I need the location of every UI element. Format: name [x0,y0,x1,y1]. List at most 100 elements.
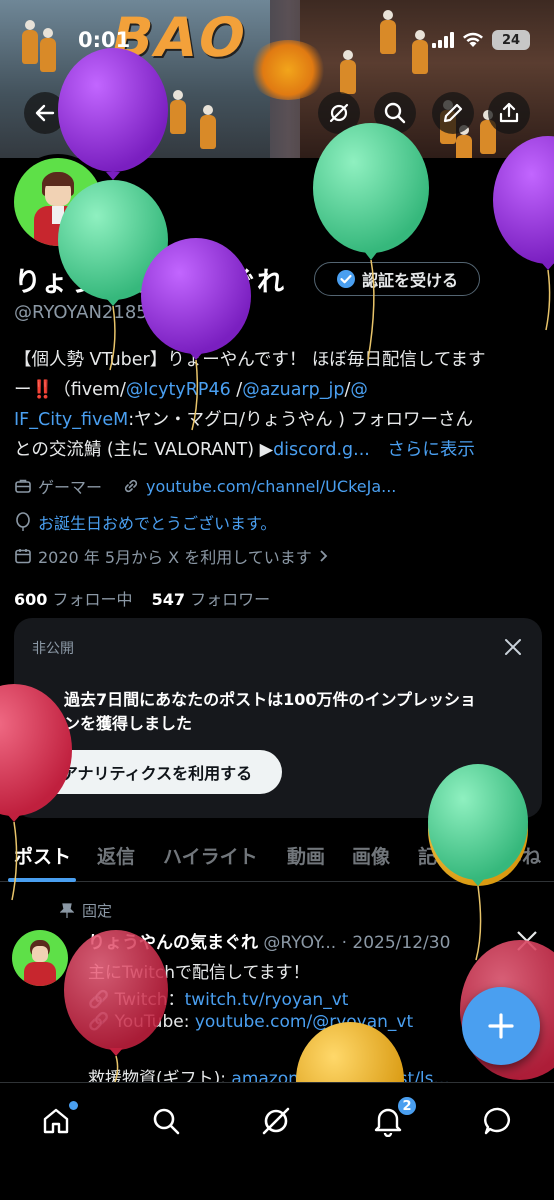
banner-hall-image [300,0,554,158]
verify-button[interactable]: 認証を受ける [314,262,480,296]
pinned-indicator: 固定 [60,900,112,921]
bio-line-3: IF_City_fiveM:ヤン・マグロ/りょうやん ) フォロワーさん [14,406,473,431]
share-button[interactable] [488,92,530,134]
bottom-navigation: 2 [0,1082,554,1200]
tab-likes[interactable]: いいね [484,842,541,869]
nav-search[interactable] [146,1101,186,1141]
notification-badge: 2 [396,1095,418,1117]
youtube-label: YouTube: [114,1012,195,1032]
banner-figure [40,28,56,72]
twitch-link[interactable]: twitch.tv/ryoyan_vt [185,990,349,1010]
banner-figure [22,20,38,64]
x-logo-icon [517,931,537,951]
share-icon [499,102,519,123]
unread-dot [69,1101,78,1110]
birthday-message[interactable]: お誕生日おめでとうございます。 [38,510,276,534]
pin-icon [60,902,74,918]
post-author-name[interactable]: りょうやんの気まぐれ [88,933,258,953]
profile-meta-row: ゲーマー youtube.com/channel/UCkeJa... [14,474,396,498]
verify-button-label: 認証を受ける [361,271,458,290]
grok-button[interactable] [318,92,360,134]
plus-icon [488,1013,514,1039]
bio-line-1: 【個人勢 VTuber】りょーやんです！ ほぼ毎日配信してます [14,350,486,370]
tab-images[interactable]: 画像 [352,842,390,869]
analytics-button[interactable]: アナリティクスを利用する [32,750,282,794]
pencil-icon [443,103,463,123]
nav-messages[interactable] [478,1101,518,1141]
compose-post-button[interactable] [462,987,540,1065]
mention-link[interactable]: @IcytyRP46 [126,380,231,400]
profile-website-link[interactable]: youtube.com/channel/UCkeJa... [146,477,396,496]
profile-display-name: りょうやんの気まぐれ [14,267,284,298]
balloon-icon [16,512,30,531]
followers-label: フォロワー [190,590,271,609]
youtube-link[interactable]: youtube.com/@ryoyan_vt [195,1012,413,1032]
profile-tabs: ポスト 返信 ハイライト 動画 画像 記事 いいね [0,832,554,882]
chat-bubble-icon [484,1107,510,1135]
impressions-message-line-1: 過去7日間にあなたのポストは100万件のインプレッショ [64,690,477,709]
tab-articles[interactable]: 記事 [418,842,456,869]
following-count: 600 [14,590,48,609]
chevron-right-icon [320,550,328,562]
followers-count: 547 [151,590,186,609]
post-handle-date: @RYOY... · 2025/12/30 [263,933,451,953]
bio-text: :ヤン・マグロ/りょうやん ) フォロワーさん [128,410,474,430]
joined-row[interactable]: 2020 年 5月から X を利用しています [14,544,330,568]
bio-line-4: との交流鯖 (主に VALORANT) ▶discord.g... さらに表示 [14,436,475,461]
balloon-green [313,123,429,361]
verified-badge-icon [336,270,355,288]
tab-replies[interactable]: 返信 [97,842,135,869]
pinned-label: 固定 [82,902,113,920]
tab-videos[interactable]: 動画 [287,842,325,869]
profile-category: ゲーマー [38,478,103,497]
banner-figure [170,90,186,134]
home-icon [43,1108,69,1134]
banner-figure [412,30,428,74]
mention-link[interactable]: @ [350,380,368,400]
active-tab-indicator [8,878,76,882]
show-more-link[interactable]: さらに表示 [387,440,475,460]
bio-text: との交流鯖 (主に VALORANT) ▶ [14,440,274,460]
profile-avatar[interactable] [10,154,106,250]
close-icon[interactable] [504,638,522,656]
post-line-youtube: 🔗 YouTube: youtube.com/@ryoyan_vt [88,1012,413,1032]
search-icon [153,1108,180,1135]
nav-grok[interactable] [256,1101,296,1141]
cellular-signal-icon [432,32,454,48]
tab-posts[interactable]: ポスト [14,842,71,869]
following-link[interactable]: 600 フォロー中 [14,590,133,609]
grok-icon [262,1107,290,1135]
mention-link[interactable]: IF_City_fiveM [14,410,128,430]
banner-paint-splash [248,40,328,100]
back-button[interactable] [24,92,66,134]
following-label: フォロー中 [52,590,133,609]
post-line-twitch: 🔗 Twitch：twitch.tv/ryoyan_vt [88,985,348,1010]
link-emoji-icon: 🔗 [88,990,110,1010]
post-header: りょうやんの気まぐれ @RYOY... · 2025/12/30 [88,928,450,953]
search-button[interactable] [374,92,416,134]
tab-highlights[interactable]: ハイライト [163,842,258,869]
bio-text: ー‼️（fivem/ [14,380,126,400]
mention-link[interactable]: @azuarp_jp [242,380,344,400]
briefcase-icon [15,479,31,493]
profile-banner[interactable]: BAO [0,0,554,158]
edit-button[interactable] [432,92,474,134]
nav-notifications[interactable]: 2 [368,1095,418,1141]
banner-figure [340,50,356,94]
banner-figure [200,105,216,149]
link-emoji-icon: 🔗 [88,1012,110,1032]
joined-date: 2020 年 5月から X を利用しています [38,548,312,567]
post-line-1: 主にTwitchで配信してます！ [88,963,310,983]
discord-link[interactable]: discord.g... [273,440,370,460]
followers-link[interactable]: 547 フォロワー [152,590,271,609]
private-analytics-card: 非公開 過去7日間にあなたのポストは100万件のインプレッショ ンを獲得しました… [14,618,542,818]
wifi-icon [463,32,483,47]
follow-stats: 600 フォロー中 547 フォロワー [14,586,270,610]
twitch-label: Twitch： [114,990,185,1010]
banner-figure [456,125,472,158]
private-label: 非公開 [32,641,74,657]
status-time: 0:01 [78,28,131,52]
post-avatar[interactable] [12,930,68,986]
nav-home[interactable] [36,1101,78,1141]
arrow-left-icon [35,104,55,122]
